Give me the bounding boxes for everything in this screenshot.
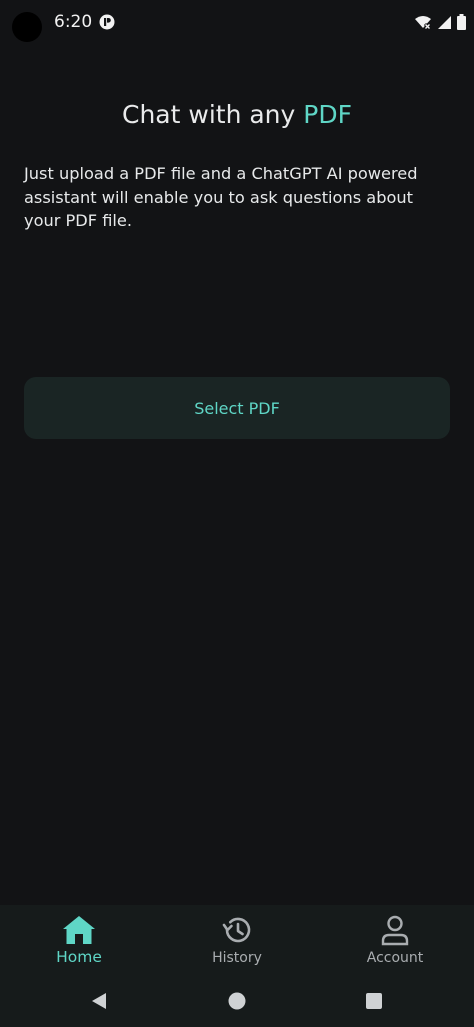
- notification-app-icon: [99, 14, 115, 30]
- home-circle-icon[interactable]: [225, 989, 249, 1013]
- wifi-off-icon: [414, 14, 432, 30]
- bottom-nav: Home History Account: [0, 905, 474, 975]
- page-title: Chat with any PDF: [0, 100, 474, 129]
- camera-cutout: [12, 12, 42, 42]
- status-icons: [414, 14, 466, 30]
- title-accent: PDF: [303, 100, 352, 129]
- select-pdf-button[interactable]: Select PDF: [24, 377, 450, 439]
- status-bar: 6:20: [0, 0, 474, 44]
- status-time: 6:20: [54, 12, 93, 32]
- nav-label-home: Home: [56, 948, 102, 966]
- intro-text: Just upload a PDF file and a ChatGPT AI …: [24, 164, 418, 230]
- nav-item-home[interactable]: Home: [0, 905, 158, 975]
- nav-label-account: Account: [366, 950, 424, 966]
- nav-label-history: History: [212, 950, 262, 966]
- system-nav-bar: [0, 975, 474, 1027]
- back-icon[interactable]: [87, 989, 111, 1013]
- recents-square-icon[interactable]: [362, 989, 386, 1013]
- battery-icon: [457, 14, 466, 30]
- home-icon: [61, 912, 97, 948]
- nav-item-history[interactable]: History: [158, 905, 316, 975]
- select-pdf-button-label: Select PDF: [194, 398, 280, 418]
- account-icon: [377, 912, 413, 948]
- nav-item-account[interactable]: Account: [316, 905, 474, 975]
- history-icon: [219, 912, 255, 948]
- title-prefix: Chat with any: [122, 100, 304, 129]
- signal-icon: [437, 15, 452, 30]
